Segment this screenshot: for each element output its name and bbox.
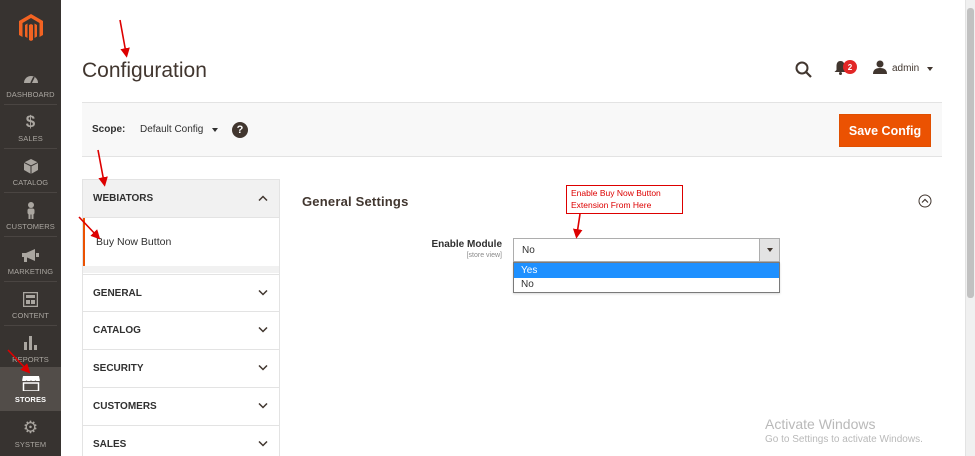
config-tabs: WEBIATORS Buy Now Button GENERAL CATALOG… — [82, 179, 280, 456]
user-menu[interactable]: admin — [873, 60, 934, 77]
tab-group-label: WEBIATORS — [93, 193, 154, 204]
menu-label: STORES — [14, 395, 47, 404]
enable-module-label: Enable Module — [431, 239, 502, 250]
scope-bar: Scope: Default Config ? Save Config — [82, 102, 942, 157]
menu-item-dashboard[interactable]: DASHBOARD — [0, 62, 61, 106]
annotation-line-1: Enable Buy Now Button — [571, 188, 661, 198]
chevron-down-icon — [258, 439, 268, 450]
tab-section-label: CATALOG — [93, 325, 141, 336]
enable-module-select[interactable]: No — [513, 238, 780, 262]
magento-logo-icon[interactable] — [0, 0, 61, 56]
search-icon[interactable] — [795, 61, 812, 83]
page-scrollbar[interactable] — [965, 0, 975, 456]
megaphone-icon — [22, 246, 40, 264]
tab-section-security[interactable]: SECURITY — [82, 350, 280, 388]
tab-section-general[interactable]: GENERAL — [82, 274, 280, 312]
chevron-down-icon — [212, 127, 219, 132]
menu-item-system[interactable]: ⚙ SYSTEM — [0, 412, 61, 456]
collapse-section-icon[interactable] — [918, 194, 932, 213]
menu-item-catalog[interactable]: CATALOG — [0, 150, 61, 194]
scope-label: Scope: — [92, 124, 126, 135]
scrollbar-thumb[interactable] — [967, 8, 974, 298]
cube-icon — [22, 157, 40, 175]
menu-item-content[interactable]: CONTENT — [0, 283, 61, 327]
tab-section-catalog[interactable]: CATALOG — [82, 312, 280, 350]
annotation-callout: Enable Buy Now Button Extension From Her… — [566, 185, 683, 214]
chevron-down-icon — [258, 401, 268, 412]
menu-item-sales[interactable]: $ SALES — [0, 106, 61, 150]
chevron-down-icon — [258, 325, 268, 336]
menu-label: CUSTOMERS — [6, 222, 55, 231]
page-title: Configuration — [82, 59, 207, 82]
menu-label: SALES — [18, 134, 43, 143]
select-value: No — [522, 244, 535, 256]
field-scope-note: [store view] — [466, 252, 502, 259]
menu-item-marketing[interactable]: MARKETING — [0, 239, 61, 283]
save-config-button[interactable]: Save Config — [839, 114, 931, 147]
gear-icon: ⚙ — [22, 418, 39, 437]
menu-label: SYSTEM — [14, 440, 47, 449]
annotation-line-2: Extension From Here — [571, 200, 652, 210]
layout-icon — [22, 290, 40, 308]
tab-section-sales[interactable]: SALES — [82, 426, 280, 456]
chevron-up-icon — [258, 193, 268, 204]
tab-section-label: CUSTOMERS — [93, 401, 157, 412]
scope-value: Default Config — [140, 124, 204, 135]
person-icon — [22, 201, 40, 219]
notification-count-badge: 2 — [843, 60, 857, 74]
bar-chart-icon — [22, 334, 40, 352]
scope-switcher[interactable]: Default Config — [140, 124, 219, 135]
menu-label: MARKETING — [7, 267, 54, 276]
tab-item-buy-now-button[interactable]: Buy Now Button — [82, 218, 280, 266]
tab-section-label: SECURITY — [93, 363, 144, 374]
menu-label: DASHBOARD — [6, 90, 55, 99]
enable-module-dropdown: Yes No — [513, 262, 780, 293]
chevron-down-icon — [258, 363, 268, 374]
speedometer-icon — [22, 69, 40, 87]
windows-watermark-subtitle: Go to Settings to activate Windows. — [765, 434, 923, 445]
arrow-callout — [572, 213, 583, 239]
arrow-title — [119, 19, 130, 58]
dropdown-arrow-icon[interactable] — [759, 239, 779, 261]
section-title: General Settings — [302, 194, 409, 209]
tab-section-label: GENERAL — [93, 287, 142, 299]
user-icon — [873, 60, 887, 77]
admin-sidebar: DASHBOARD $ SALES CATALOG CUSTOMERS MARK… — [0, 0, 61, 456]
menu-label: CATALOG — [12, 178, 49, 187]
tab-group-webiators[interactable]: WEBIATORS — [82, 179, 280, 218]
menu-item-reports[interactable]: REPORTS — [0, 327, 61, 371]
option-yes[interactable]: Yes — [514, 263, 779, 278]
menu-item-stores[interactable]: STORES — [0, 367, 61, 411]
option-no[interactable]: No — [514, 278, 779, 293]
tab-item-label: Buy Now Button — [96, 236, 172, 248]
help-icon[interactable]: ? — [232, 122, 248, 138]
storefront-icon — [21, 374, 40, 392]
menu-item-customers[interactable]: CUSTOMERS — [0, 194, 61, 238]
user-name: admin — [892, 63, 920, 74]
tab-section-customers[interactable]: CUSTOMERS — [82, 388, 280, 426]
dollar-icon: $ — [25, 112, 36, 131]
windows-watermark-title: Activate Windows — [765, 416, 876, 432]
menu-label: CONTENT — [12, 311, 49, 320]
tab-section-label: SALES — [93, 439, 127, 450]
chevron-down-icon — [927, 66, 934, 71]
menu-label: REPORTS — [12, 355, 49, 364]
chevron-down-icon — [258, 288, 268, 299]
